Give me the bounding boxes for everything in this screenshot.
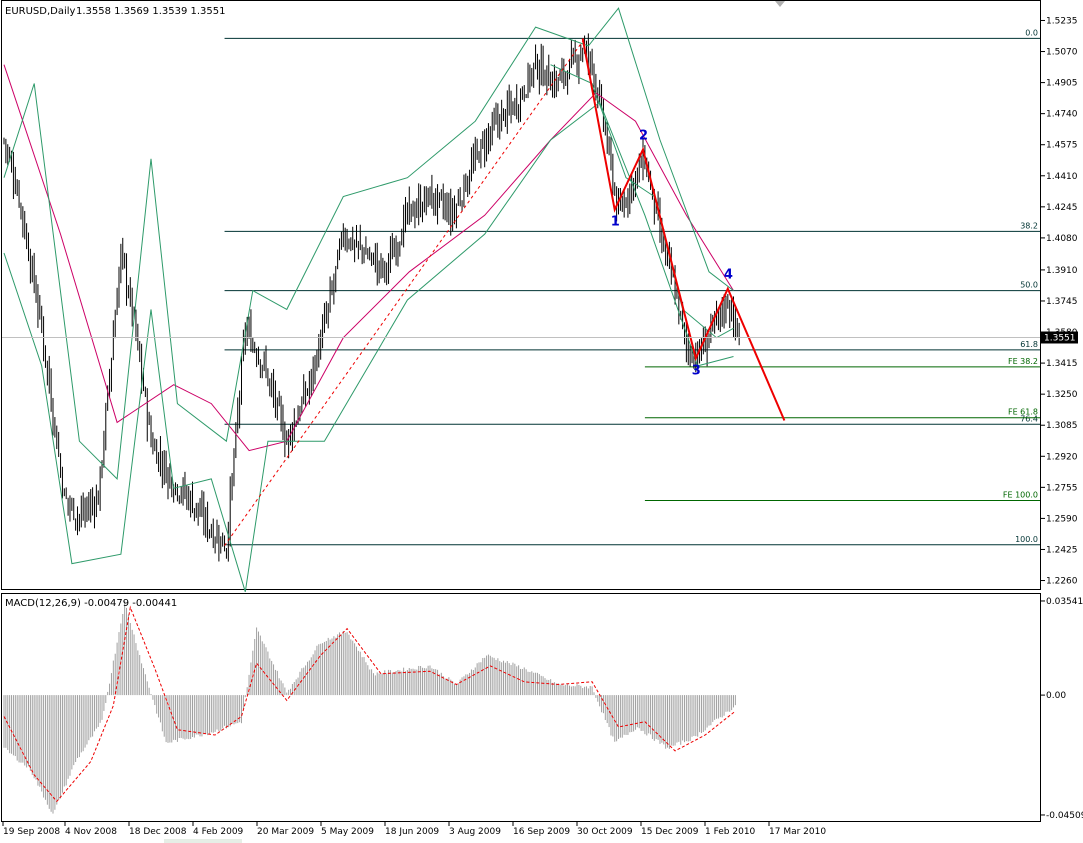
price-tick-label: 1.5070 <box>1046 48 1078 58</box>
price-tick-label: 1.4575 <box>1046 141 1078 151</box>
wave-label: 3 <box>692 363 701 378</box>
fibo-expansion-label: FE 38.2 <box>1008 357 1038 366</box>
price-tick-label: 1.4080 <box>1046 234 1078 244</box>
current-price-label: 1.3551 <box>1044 333 1076 343</box>
price-tick-label: 1.3910 <box>1046 266 1078 276</box>
chart-title: EURUSD,Daily <box>5 6 76 17</box>
fibo-expansion-label: FE 100.0 <box>1003 491 1038 500</box>
time-tick-label: 20 Mar 2009 <box>257 827 314 837</box>
price-tick-label: 1.4740 <box>1046 110 1078 120</box>
time-tick-label: 16 Sep 2009 <box>513 827 570 837</box>
time-tick-label: 1 Feb 2010 <box>705 827 756 837</box>
macd-tick-label: 0.00 <box>1046 691 1066 701</box>
wave-label: 2 <box>639 128 648 143</box>
price-tick-label: 1.3415 <box>1046 359 1078 369</box>
price-tick-label: 1.5235 <box>1046 16 1078 26</box>
time-tick-label: 19 Sep 2008 <box>3 827 60 837</box>
macd-tick-label: 0.03541 <box>1046 597 1083 607</box>
time-tick-label: 4 Nov 2008 <box>65 827 117 837</box>
macd-tick-label: -0.04509 <box>1046 811 1083 821</box>
price-tick-label: 1.3745 <box>1046 297 1078 307</box>
macd-title: MACD(12,26,9) -0.00479 -0.00441 <box>5 598 177 609</box>
fibo-expansion-label: FE 61.8 <box>1008 408 1038 417</box>
fibo-retracement-label: 38.2 <box>1020 221 1038 230</box>
price-tick-label: 1.4905 <box>1046 79 1078 89</box>
wave-label: 1 <box>611 215 620 230</box>
time-tick-label: 30 Oct 2009 <box>577 827 633 837</box>
price-tick-label: 1.2425 <box>1046 545 1078 555</box>
chart-root: 0.038.250.061.876.4100.0FE 38.2FE 61.8FE… <box>0 0 1083 843</box>
price-tick-label: 1.4245 <box>1046 203 1078 213</box>
time-tick-label: 5 May 2009 <box>321 827 374 837</box>
price-tick-label: 1.3085 <box>1046 421 1078 431</box>
time-tick-label: 15 Dec 2009 <box>641 827 699 837</box>
price-tick-label: 1.2590 <box>1046 514 1078 524</box>
fibo-retracement-label: 50.0 <box>1020 281 1038 290</box>
price-tick-label: 1.2260 <box>1046 577 1078 587</box>
time-tick-label: 3 Aug 2009 <box>449 827 501 837</box>
fibo-retracement-label: 61.8 <box>1020 340 1038 349</box>
price-tick-label: 1.2920 <box>1046 452 1078 462</box>
fibo-retracement-label: 100.0 <box>1015 535 1038 544</box>
time-tick-label: 18 Dec 2008 <box>129 827 187 837</box>
time-tick-label: 4 Feb 2009 <box>193 827 244 837</box>
scrollbar-stub[interactable] <box>164 839 242 843</box>
ohlc-readout: 1.3558 1.3569 1.3539 1.3551 <box>76 6 226 17</box>
fibo-retracement-label: 0.0 <box>1025 28 1038 37</box>
price-tick-label: 1.4410 <box>1046 172 1078 182</box>
price-tick-label: 1.2755 <box>1046 483 1078 493</box>
wave-label: 4 <box>724 268 733 283</box>
time-tick-label: 18 Jun 2009 <box>385 827 439 837</box>
price-tick-label: 1.3250 <box>1046 390 1078 400</box>
time-tick-label: 17 Mar 2010 <box>769 827 826 837</box>
